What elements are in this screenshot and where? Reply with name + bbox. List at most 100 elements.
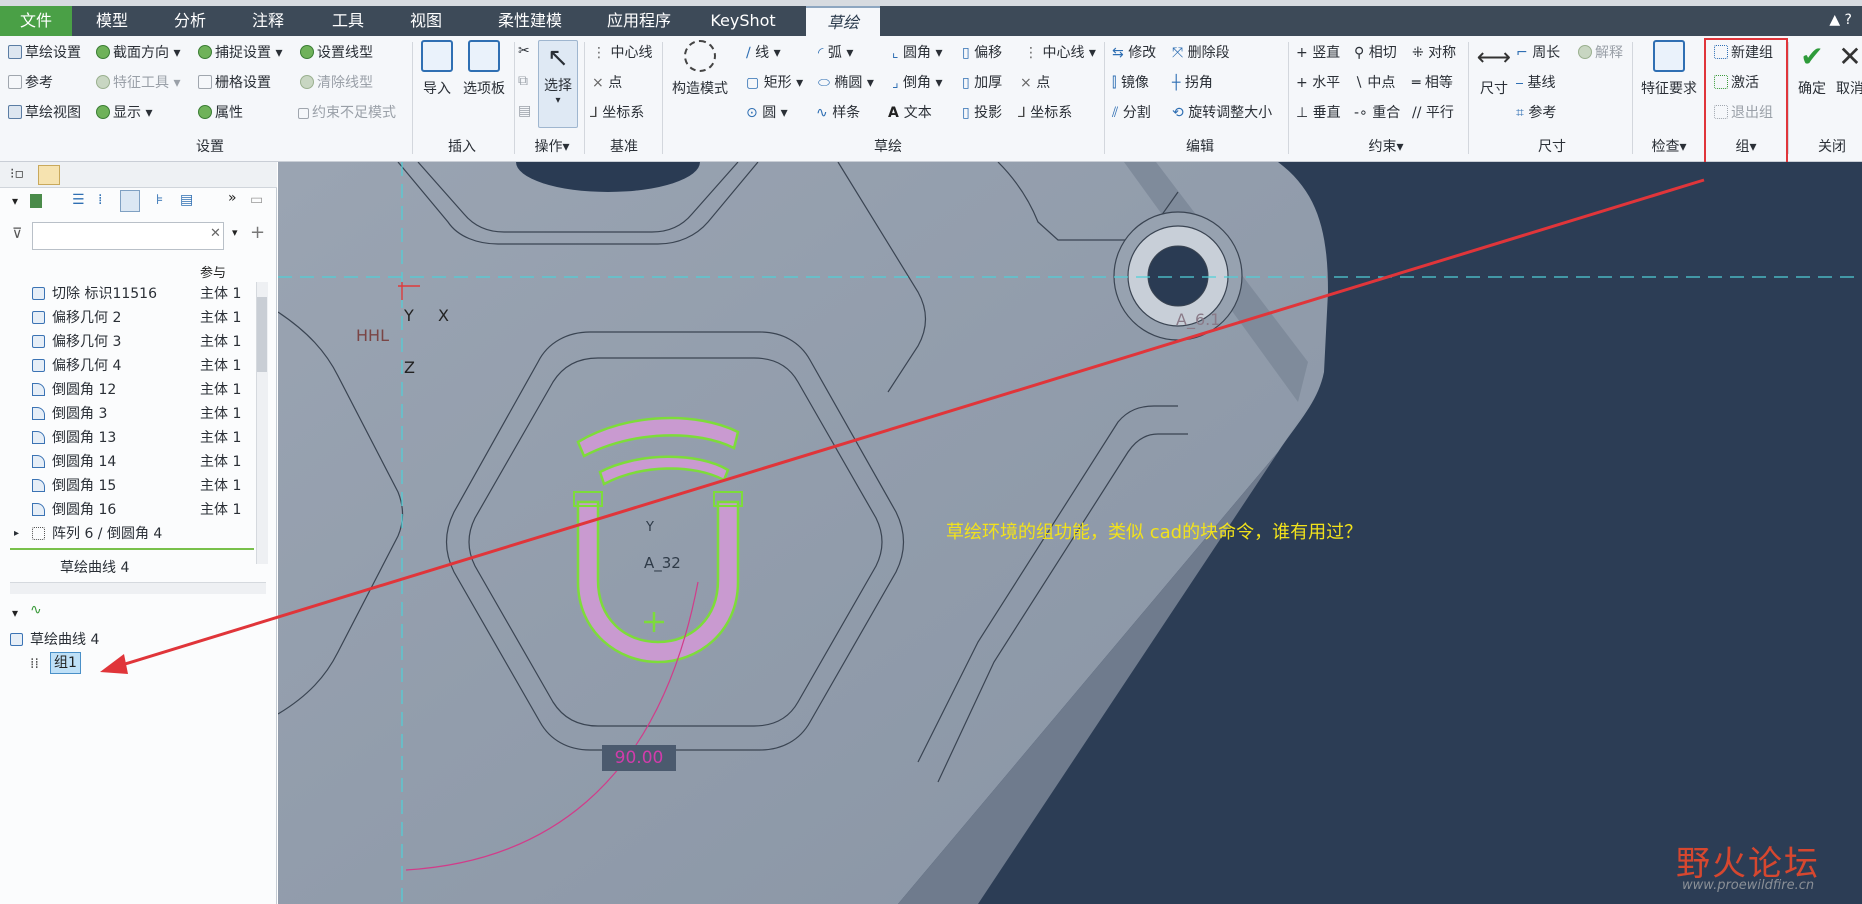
group-item[interactable]: 组1 bbox=[50, 652, 81, 674]
tree-item-current[interactable]: 草绘曲线 4 bbox=[0, 556, 260, 580]
datum-centerline-button[interactable]: ⋮ 中心线 bbox=[592, 44, 652, 62]
search-input[interactable] bbox=[32, 222, 224, 250]
constraint-parallel-button[interactable]: // 平行 bbox=[1412, 104, 1454, 122]
thicken-button[interactable]: ▯ 加厚 bbox=[962, 74, 1002, 92]
sketch-section-title[interactable]: 草绘曲线 4 bbox=[0, 628, 260, 652]
underconstrained-checkbox[interactable]: 约束不足模式 bbox=[298, 104, 396, 122]
notes-icon[interactable]: ▭ bbox=[250, 192, 263, 208]
modify-button[interactable]: ⇆ 修改 bbox=[1112, 44, 1156, 62]
construction-mode-button[interactable]: 构造模式 bbox=[666, 40, 734, 98]
dimension-button[interactable]: ⟷ 尺寸 bbox=[1474, 40, 1514, 98]
point-button[interactable]: × 点 bbox=[1020, 74, 1050, 92]
tab-model[interactable]: 模型 bbox=[86, 6, 138, 36]
tree-scrollbar-thumb[interactable] bbox=[257, 297, 267, 372]
tree-item[interactable]: 切除 标识11516 主体 1 bbox=[0, 282, 260, 306]
display-button[interactable]: 显示 ▾ bbox=[96, 104, 152, 122]
divide-button[interactable]: ⫽ 分割 bbox=[1112, 104, 1151, 122]
constraint-tangent-button[interactable]: ⚲ 相切 bbox=[1354, 44, 1397, 62]
circle-button[interactable]: ⊙ 圆 ▾ bbox=[746, 104, 788, 122]
more-icon[interactable]: » bbox=[228, 190, 237, 206]
tree-list-icon[interactable]: ☰ bbox=[72, 192, 85, 208]
expand-icon[interactable]: ▾ bbox=[12, 606, 18, 620]
grid-settings-button[interactable]: 栅格设置 bbox=[198, 74, 271, 92]
delete-segment-button[interactable]: ⤧ 删除段 bbox=[1172, 44, 1230, 62]
coord-sys-button[interactable]: ⅃ 坐标系 bbox=[1018, 104, 1072, 122]
folder-browser-tab-icon[interactable] bbox=[38, 165, 60, 185]
tab-view[interactable]: 视图 bbox=[400, 6, 452, 36]
tab-analysis[interactable]: 分析 bbox=[164, 6, 216, 36]
model-tree-tab-icon[interactable]: ⁝▫ bbox=[10, 166, 24, 182]
fillet-button[interactable]: ⌞ 圆角 ▾ bbox=[892, 44, 943, 62]
tree-item[interactable]: 偏移几何 4 主体 1 bbox=[0, 354, 260, 378]
tree-columns-icon[interactable]: ⁞ bbox=[98, 192, 102, 208]
model-icon[interactable] bbox=[30, 194, 42, 208]
show-icon[interactable]: ▤ bbox=[180, 192, 193, 208]
tab-applications[interactable]: 应用程序 bbox=[594, 6, 684, 36]
reference-button[interactable]: 参考 bbox=[8, 74, 53, 92]
tree-filter-active-icon[interactable] bbox=[120, 190, 140, 212]
tab-tools[interactable]: 工具 bbox=[322, 6, 374, 36]
mirror-button[interactable]: ⫿ 镜像 bbox=[1112, 74, 1149, 92]
tab-flexible-modeling[interactable]: 柔性建模 bbox=[480, 6, 580, 36]
cancel-button[interactable]: ✕ 取消 bbox=[1832, 40, 1862, 98]
text-button[interactable]: A 文本 bbox=[888, 104, 932, 122]
tree-item[interactable]: 偏移几何 2 主体 1 bbox=[0, 306, 260, 330]
dropdown-icon[interactable]: ▾ bbox=[232, 226, 238, 239]
feature-requirements-button[interactable]: 特征要求 bbox=[1636, 40, 1702, 98]
graphics-canvas[interactable]: Y X Z HHL A_6.1 A_32 Y 草绘环境的组功能，类似 cad的块… bbox=[278, 162, 1862, 904]
sketch-view-button[interactable]: 草绘视图 bbox=[8, 104, 81, 122]
centerline-button[interactable]: ⋮ 中心线 ▾ bbox=[1024, 44, 1096, 62]
tab-annotate[interactable]: 注释 bbox=[242, 6, 294, 36]
sketch-tree-icon[interactable]: ∿ bbox=[30, 602, 42, 618]
constraint-vertical-button[interactable]: + 竖直 bbox=[1296, 44, 1340, 62]
tab-file[interactable]: 文件 bbox=[0, 6, 72, 36]
angle-dimension-value[interactable]: 90.00 bbox=[602, 745, 676, 771]
explain-button[interactable]: 解释 bbox=[1578, 44, 1623, 62]
window-controls[interactable]: ▲ ? bbox=[1829, 6, 1852, 36]
dim-reference-button[interactable]: ⌗ 参考 bbox=[1516, 104, 1556, 122]
tree-item[interactable]: 倒圆角 12 主体 1 bbox=[0, 378, 260, 402]
expand-icon[interactable]: ▾ bbox=[12, 194, 18, 208]
group-label-constrain[interactable]: 约束▾ bbox=[1356, 136, 1416, 156]
tree-settings-icon[interactable]: ⊧ bbox=[156, 192, 163, 208]
chamfer-button[interactable]: ⌟ 倒角 ▾ bbox=[892, 74, 943, 92]
properties-button[interactable]: 属性 bbox=[198, 104, 243, 122]
dimension-label[interactable]: A_32 bbox=[644, 554, 681, 572]
clear-icon[interactable]: ✕ bbox=[210, 226, 221, 241]
tree-hscrollbar[interactable] bbox=[10, 582, 266, 594]
copy-icon[interactable]: ⧉ bbox=[518, 72, 528, 90]
group-label-operations[interactable]: 操作▾ bbox=[524, 136, 580, 156]
datum-point-button[interactable]: × 点 bbox=[592, 74, 622, 92]
add-icon[interactable]: + bbox=[250, 222, 265, 243]
spline-button[interactable]: ∿ 样条 bbox=[816, 104, 860, 122]
dimension-label[interactable]: A_6.1 bbox=[1176, 310, 1220, 329]
offset-button[interactable]: ▯ 偏移 bbox=[962, 44, 1002, 62]
tab-keyshot[interactable]: KeyShot bbox=[700, 6, 786, 36]
tree-item[interactable]: 倒圆角 3 主体 1 bbox=[0, 402, 260, 426]
tree-item[interactable]: 偏移几何 3 主体 1 bbox=[0, 330, 260, 354]
project-button[interactable]: ▯ 投影 bbox=[962, 104, 1002, 122]
baseline-button[interactable]: ⎯ 基线 bbox=[1516, 74, 1555, 92]
arc-button[interactable]: ◜ 弧 ▾ bbox=[818, 44, 853, 62]
datum-coord-sys-button[interactable]: ⅃ 坐标系 bbox=[590, 104, 644, 122]
tab-sketch[interactable]: 草绘 bbox=[806, 6, 880, 36]
tree-item[interactable]: 倒圆角 16 主体 1 bbox=[0, 498, 260, 522]
tree-item[interactable]: ▸ 阵列 6 / 倒圆角 4 bbox=[0, 522, 260, 546]
line-button[interactable]: ∕ 线 ▾ bbox=[746, 44, 781, 62]
set-linestyle-button[interactable]: 设置线型 bbox=[300, 44, 373, 62]
cut-icon[interactable]: ✂ bbox=[518, 42, 530, 60]
rectangle-button[interactable]: ▢ 矩形 ▾ bbox=[746, 74, 803, 92]
constraint-perpendicular-button[interactable]: ⊥ 垂直 bbox=[1296, 104, 1341, 122]
constraint-coincident-button[interactable]: -∘ 重合 bbox=[1354, 104, 1400, 122]
tree-item[interactable]: 倒圆角 15 主体 1 bbox=[0, 474, 260, 498]
feature-tools-button[interactable]: 特征工具 ▾ bbox=[96, 74, 180, 92]
ok-button[interactable]: ✔ 确定 bbox=[1794, 40, 1830, 98]
tree-item[interactable]: 倒圆角 14 主体 1 bbox=[0, 450, 260, 474]
section-orient-button[interactable]: 截面方向 ▾ bbox=[96, 44, 180, 62]
import-button[interactable]: 导入 bbox=[418, 40, 456, 98]
ellipse-button[interactable]: ⬭ 椭圆 ▾ bbox=[818, 74, 874, 92]
palette-button[interactable]: 选项板 bbox=[458, 40, 510, 98]
clear-linestyle-button[interactable]: 清除线型 bbox=[300, 74, 373, 92]
constraint-horizontal-button[interactable]: + 水平 bbox=[1296, 74, 1340, 92]
paste-icon[interactable]: ▤ bbox=[518, 102, 531, 120]
